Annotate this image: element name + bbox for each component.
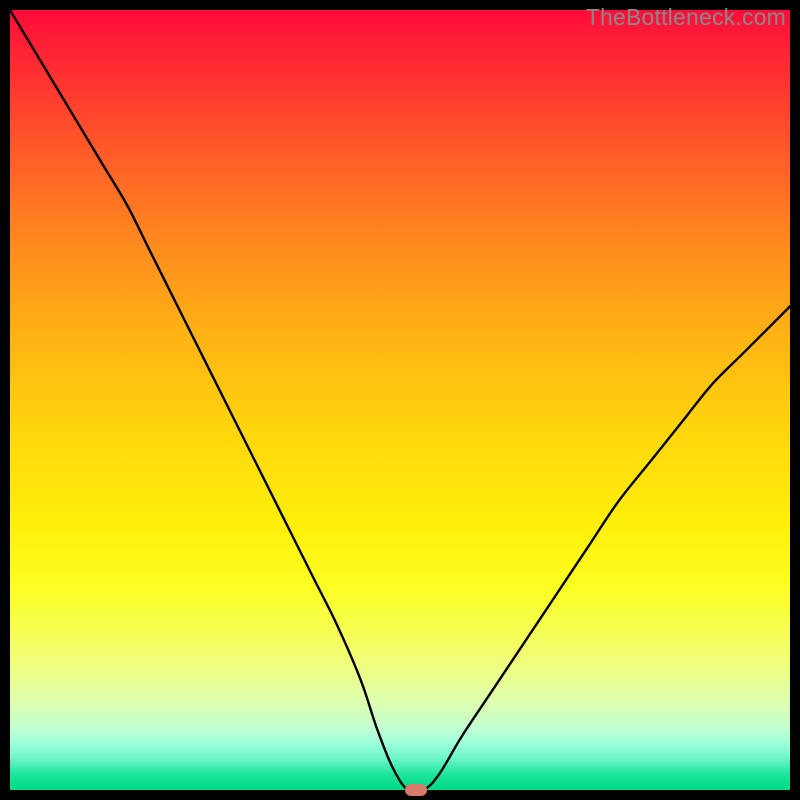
chart-frame: TheBottleneck.com xyxy=(0,0,800,800)
watermark-text: TheBottleneck.com xyxy=(586,4,786,31)
plot-area xyxy=(10,10,790,790)
optimum-marker xyxy=(405,784,427,796)
bottleneck-curve xyxy=(10,10,790,790)
